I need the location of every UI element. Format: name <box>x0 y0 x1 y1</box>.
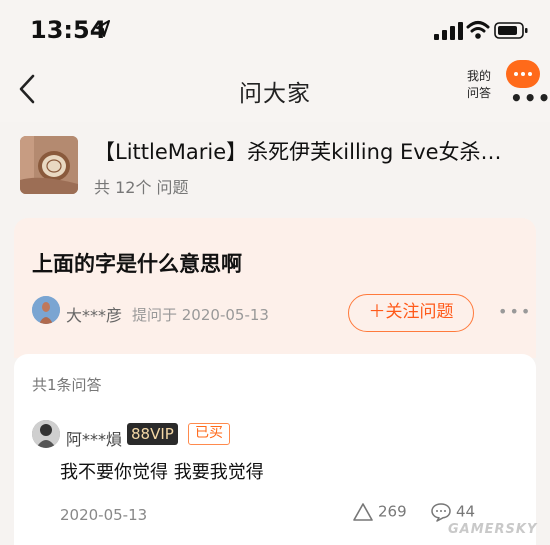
more-icon: ••• <box>510 86 550 110</box>
like-button[interactable]: 269 <box>352 502 407 522</box>
comment-icon <box>431 503 451 522</box>
answer-card: 共1条问答 阿***熉 88VIP 已买 我不要你觉得 我要我觉得 2020-0… <box>14 354 536 545</box>
question-more-icon[interactable]: ••• <box>498 302 532 321</box>
comment-button[interactable]: 44 <box>430 502 475 522</box>
answer-date: 2020-05-13 <box>60 506 148 524</box>
wifi-icon <box>466 21 490 39</box>
question-title: 上面的字是什么意思啊 <box>32 252 242 276</box>
my-qa-line1: 我的 <box>466 69 491 83</box>
answer-count: 共1条问答 <box>32 376 102 394</box>
product-thumbnail <box>20 136 78 194</box>
status-time: 13:54 <box>30 16 107 44</box>
location-arrow-icon <box>96 20 110 37</box>
like-count: 269 <box>378 502 407 521</box>
comment-count: 44 <box>456 502 476 521</box>
like-icon <box>353 503 373 521</box>
signal-icon <box>434 22 463 40</box>
vip-badge: 88VIP <box>127 423 178 445</box>
avatar[interactable] <box>32 296 60 324</box>
nav-bar: 问大家 我的 问答 ••• <box>0 60 550 122</box>
question-count: 共 12个 问题 <box>94 178 189 197</box>
asked-date: 提问于 2020-05-13 <box>132 306 269 324</box>
product-row[interactable]: 【LittleMarie】杀死伊芙killing Eve女杀… 共 12个 问题 <box>0 122 550 212</box>
follow-question-button[interactable]: ＋关注问题 <box>348 294 474 332</box>
bought-badge: 已买 <box>188 423 230 445</box>
question-card: 上面的字是什么意思啊 大***彦 提问于 2020-05-13 ＋关注问题 ••… <box>14 218 536 358</box>
message-badge <box>506 60 540 88</box>
status-bar: 13:54 <box>0 0 550 60</box>
answerer-name: 阿***熉 <box>66 430 123 449</box>
my-qa-button[interactable]: 我的 问答 <box>461 68 497 102</box>
more-button[interactable]: ••• <box>504 60 550 110</box>
answer-text: 我不要你觉得 我要我觉得 <box>60 462 264 483</box>
battery-icon <box>494 22 528 39</box>
avatar[interactable] <box>32 420 60 448</box>
asker-name: 大***彦 <box>66 306 123 325</box>
watermark: GAMERSKY <box>448 522 538 537</box>
product-title: 【LittleMarie】杀死伊芙killing Eve女杀… <box>94 140 502 164</box>
my-qa-line2: 问答 <box>466 86 491 100</box>
